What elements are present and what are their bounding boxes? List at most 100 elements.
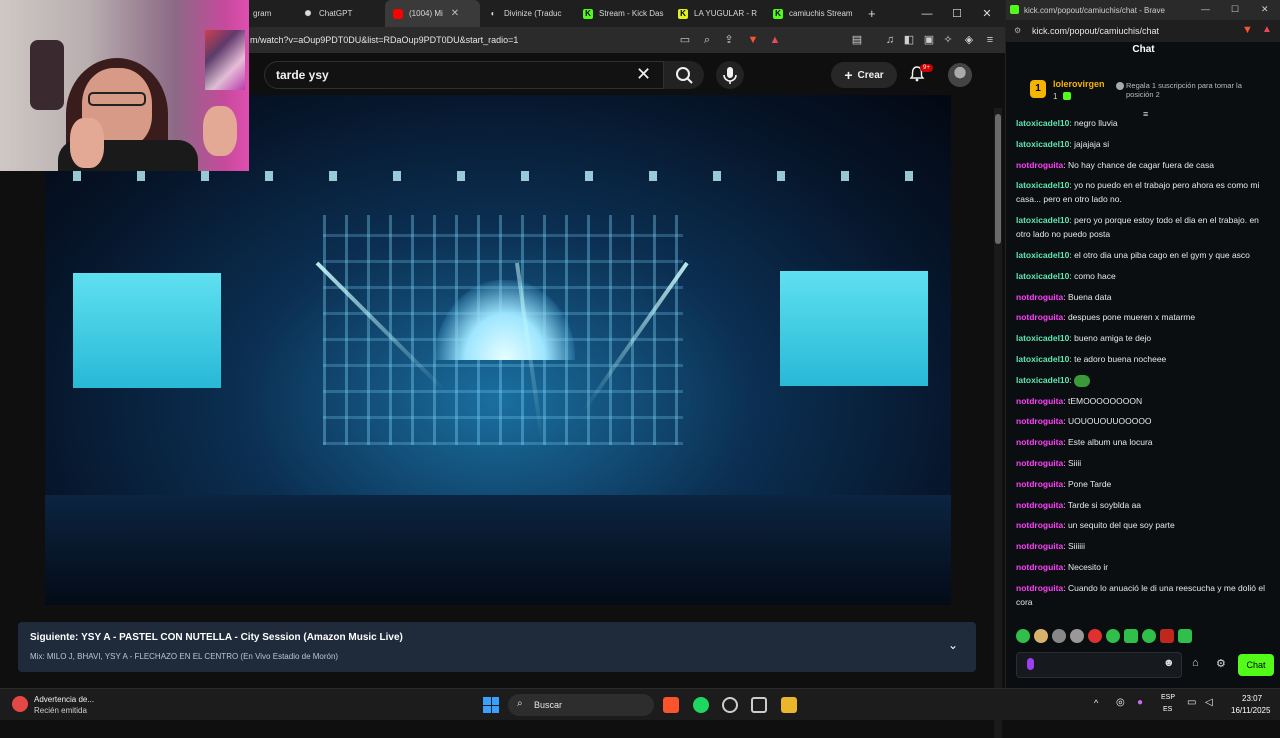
emote-icon[interactable] bbox=[1160, 629, 1174, 643]
chat-username[interactable]: latoxicadel10 bbox=[1016, 118, 1069, 128]
chat-username[interactable]: notdroguita bbox=[1016, 520, 1063, 530]
tune-icon[interactable]: ⚙ bbox=[1014, 26, 1021, 35]
close-tab-icon[interactable]: ✕ bbox=[451, 8, 459, 19]
chat-username[interactable]: notdroguita bbox=[1016, 312, 1063, 322]
minimize-icon[interactable]: — bbox=[1201, 4, 1210, 14]
emote-icon[interactable] bbox=[1016, 629, 1030, 643]
chat-username[interactable]: notdroguita bbox=[1016, 416, 1063, 426]
chat-username[interactable]: latoxicadel10 bbox=[1016, 250, 1069, 260]
tab-kick-stream[interactable]: K Stream - Kick Das bbox=[575, 0, 670, 27]
wallet-icon[interactable]: ▣ bbox=[922, 33, 936, 47]
chat-username[interactable]: notdroguita bbox=[1016, 541, 1063, 551]
emote-icon[interactable] bbox=[1070, 629, 1084, 643]
close-window-icon[interactable]: ✕ bbox=[972, 7, 1002, 20]
vpn-icon[interactable]: ◈ bbox=[962, 33, 976, 47]
display-icon[interactable]: ▭ bbox=[1187, 697, 1196, 708]
split-view-icon[interactable]: ◧ bbox=[902, 33, 916, 47]
tab-chatgpt[interactable]: ✺ ChatGPT bbox=[295, 0, 385, 27]
emoji-icon[interactable]: ☻ bbox=[1163, 657, 1175, 669]
scrollbar-thumb[interactable] bbox=[995, 114, 1001, 244]
keyboard-layout[interactable]: ES bbox=[1163, 706, 1172, 713]
warning-icon[interactable] bbox=[12, 696, 28, 712]
chevron-down-icon[interactable]: ⌄ bbox=[948, 638, 958, 652]
warning-title[interactable]: Advertencia de... bbox=[34, 695, 94, 704]
microphone-icon[interactable] bbox=[1027, 658, 1034, 670]
chat-username[interactable]: notdroguita bbox=[1016, 583, 1063, 593]
popout-url[interactable]: kick.com/popout/camiuchis/chat bbox=[1032, 26, 1159, 36]
tab-divinize[interactable]: ◐ Divinize (Traduc bbox=[480, 0, 575, 27]
emote-icon[interactable] bbox=[1088, 629, 1102, 643]
network-icon[interactable]: ◎ bbox=[1116, 697, 1125, 708]
brave-rewards-icon[interactable]: ▲ bbox=[768, 33, 782, 47]
chat-username[interactable]: latoxicadel10 bbox=[1016, 354, 1069, 364]
minimize-icon[interactable]: — bbox=[912, 8, 942, 20]
emote-icon[interactable] bbox=[1124, 629, 1138, 643]
close-window-icon[interactable]: ✕ bbox=[1261, 4, 1269, 15]
file-explorer-icon[interactable] bbox=[781, 697, 797, 713]
page-scrollbar[interactable] bbox=[994, 108, 1002, 738]
chat-username[interactable]: latoxicadel10 bbox=[1016, 333, 1069, 343]
music-icon[interactable]: ♫ bbox=[883, 33, 897, 47]
avatar[interactable] bbox=[948, 63, 972, 87]
video-player[interactable] bbox=[45, 95, 951, 605]
chat-username[interactable]: latoxicadel10 bbox=[1016, 139, 1069, 149]
chat-username[interactable]: latoxicadel10 bbox=[1016, 375, 1069, 385]
emote-icon[interactable] bbox=[1142, 629, 1156, 643]
menu-icon[interactable]: ≡ bbox=[983, 33, 997, 47]
create-button[interactable]: + Crear bbox=[831, 62, 897, 88]
chat-username[interactable]: notdroguita bbox=[1016, 500, 1063, 510]
extensions-icon[interactable]: ✧ bbox=[941, 33, 955, 47]
obs-icon[interactable] bbox=[751, 697, 767, 713]
share-icon[interactable]: ⇪ bbox=[722, 33, 736, 47]
chevron-up-icon[interactable]: ^ bbox=[1094, 698, 1098, 708]
chat-username[interactable]: notdroguita bbox=[1016, 396, 1063, 406]
emote-icon[interactable] bbox=[1178, 629, 1192, 643]
store-icon[interactable]: ⌂ bbox=[1192, 657, 1206, 671]
chat-username[interactable]: notdroguita bbox=[1016, 437, 1063, 447]
send-chat-button[interactable]: Chat bbox=[1238, 654, 1274, 676]
pinned-gifter[interactable]: 1 lolerovirgen 1 Regala 1 suscripción pa… bbox=[1018, 72, 1273, 119]
url-text[interactable]: m/watch?v=aOup9PDT0DU&list=RDaOup9PDT0DU… bbox=[250, 35, 518, 45]
spotify-icon[interactable] bbox=[693, 697, 709, 713]
new-tab-button[interactable]: + bbox=[860, 0, 888, 27]
volume-icon[interactable]: ◁ bbox=[1205, 697, 1213, 708]
chat-username[interactable]: notdroguita bbox=[1016, 458, 1063, 468]
search-button[interactable] bbox=[664, 61, 704, 89]
brave-shields-icon[interactable]: ▼ bbox=[1242, 24, 1253, 36]
voice-search-button[interactable] bbox=[716, 61, 744, 89]
microphone-icon[interactable]: ● bbox=[1137, 697, 1143, 708]
chat-username[interactable]: latoxicadel10 bbox=[1016, 215, 1069, 225]
windows-start-icon[interactable] bbox=[483, 697, 499, 713]
brave-shields-icon[interactable]: ▼ bbox=[746, 33, 760, 47]
steam-icon[interactable] bbox=[722, 697, 738, 713]
taskbar-search[interactable]: ⌕ Buscar bbox=[508, 694, 654, 716]
sidebar-icon[interactable]: ▤ bbox=[850, 33, 864, 47]
tab-la-yugular[interactable]: K LA YUGULAR - R bbox=[670, 0, 765, 27]
chat-username[interactable]: notdroguita bbox=[1016, 160, 1063, 170]
chat-username[interactable]: latoxicadel10 bbox=[1016, 271, 1069, 281]
up-next-video-title: YSY A - PASTEL CON NUTELLA - City Sessio… bbox=[81, 632, 403, 643]
brave-rewards-icon[interactable]: ▲ bbox=[1262, 24, 1272, 35]
clock-date[interactable]: 16/11/2025 bbox=[1231, 706, 1270, 715]
brave-icon[interactable] bbox=[663, 697, 679, 713]
maximize-icon[interactable]: ☐ bbox=[942, 7, 972, 20]
tab-instagram[interactable]: gram bbox=[245, 0, 295, 27]
clear-search-icon[interactable]: ✕ bbox=[636, 64, 651, 85]
zoom-icon[interactable]: ⌕ bbox=[700, 33, 714, 47]
chat-username[interactable]: notdroguita bbox=[1016, 479, 1063, 489]
clock-time[interactable]: 23:07 bbox=[1242, 694, 1262, 703]
chat-username[interactable]: notdroguita bbox=[1016, 292, 1063, 302]
up-next-bar[interactable]: Siguiente: YSY A - PASTEL CON NUTELLA - … bbox=[18, 622, 976, 672]
gear-icon[interactable]: ⚙ bbox=[1216, 657, 1230, 671]
chat-input[interactable]: ☻ bbox=[1016, 652, 1182, 678]
emote-icon[interactable] bbox=[1034, 629, 1048, 643]
maximize-icon[interactable]: ☐ bbox=[1231, 4, 1239, 15]
cast-icon[interactable]: ▭ bbox=[678, 33, 692, 47]
emote-icon[interactable] bbox=[1052, 629, 1066, 643]
tab-youtube[interactable]: (1004) Mi ✕ bbox=[385, 0, 480, 27]
chat-username[interactable]: notdroguita bbox=[1016, 562, 1063, 572]
emote-icon[interactable] bbox=[1106, 629, 1120, 643]
chat-username[interactable]: latoxicadel10 bbox=[1016, 180, 1069, 190]
language-code[interactable]: ESP bbox=[1161, 694, 1175, 701]
tab-camiuchis[interactable]: K camiuchis Stream bbox=[765, 0, 860, 27]
